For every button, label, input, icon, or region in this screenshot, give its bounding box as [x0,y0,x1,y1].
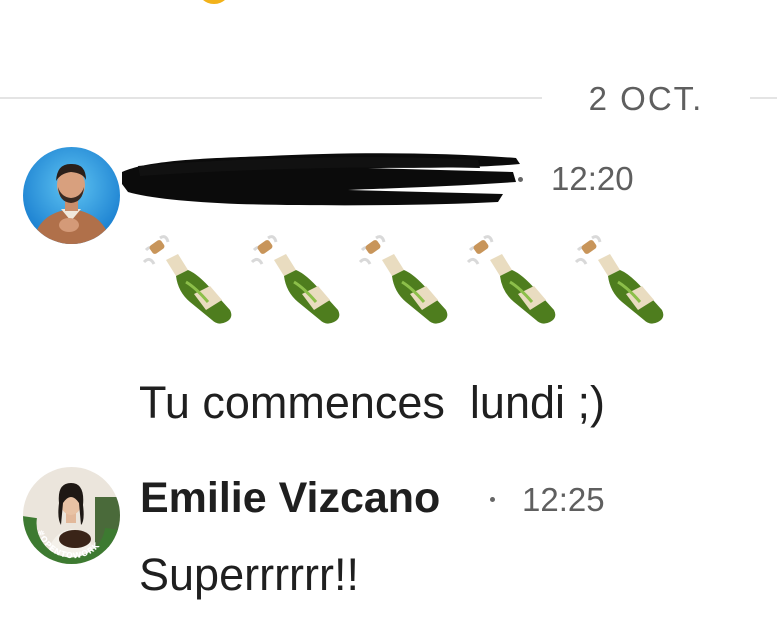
sender-avatar[interactable] [23,147,120,244]
bottle-with-popping-cork-icon [358,235,448,324]
divider-line [0,97,542,99]
bottle-with-popping-cork-icon [574,235,664,324]
divider-line [750,97,777,99]
date-label: 2 OCT. [588,80,704,117]
bottle-with-popping-cork-icon [250,235,340,324]
bottle-with-popping-cork-icon [142,235,232,324]
redacted-sender-name [122,153,520,206]
bottle-with-popping-cork-icon [466,235,556,324]
separator-dot [490,497,495,502]
emoji-row [138,230,688,330]
separator-dot [518,177,523,182]
message-text: Superrrrrr!! [139,549,360,600]
date-divider: 2 OCT. [0,70,777,126]
message-timestamp: 12:20 [551,160,634,197]
partial-emoji [197,0,231,4]
sender-avatar[interactable]: #OPENTOWORK [23,467,120,564]
message-timestamp: 12:25 [522,481,605,518]
message-text: Tu commences lundi ;) [139,377,605,428]
sender-name[interactable]: Emilie Vizcano [140,474,440,523]
